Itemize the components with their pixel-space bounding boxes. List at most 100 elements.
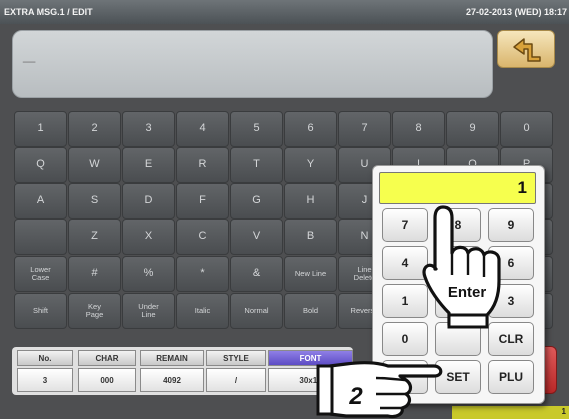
key-label: G	[252, 194, 261, 207]
key-w[interactable]: W	[68, 147, 121, 183]
key-label: Q	[36, 158, 45, 171]
numpad-key-plu[interactable]: PLU	[488, 360, 534, 394]
key-shift[interactable]: Shift	[14, 293, 67, 329]
key-y[interactable]: Y	[284, 147, 337, 183]
key-label: C	[198, 230, 207, 243]
key-label: 3	[145, 122, 152, 135]
key-label: &	[252, 267, 261, 280]
status-value-char: 000	[78, 368, 136, 392]
key-e[interactable]: E	[122, 147, 175, 183]
key-s[interactable]: S	[68, 183, 121, 219]
key-label: H	[306, 194, 315, 207]
key-h[interactable]: H	[284, 183, 337, 219]
screen-title: EXTRA MSG.1 / EDIT	[4, 7, 93, 17]
key-label: 8	[415, 122, 422, 135]
date-time: 27-02-2013 (WED) 18:17	[465, 7, 567, 17]
key-v[interactable]: V	[230, 219, 283, 255]
key-label: 9	[469, 122, 476, 135]
key-label: U	[360, 158, 369, 171]
counter-bar: 1	[452, 406, 569, 419]
key-label: Z	[91, 230, 98, 243]
key-label: V	[252, 230, 261, 243]
key-label: F	[199, 194, 206, 207]
key-hash[interactable]: #	[68, 256, 121, 292]
key-x[interactable]: X	[122, 219, 175, 255]
key-label: Under Line	[138, 302, 159, 319]
key-a[interactable]: A	[14, 183, 67, 219]
status-value-no: 3	[17, 368, 73, 392]
key-label: 5	[253, 122, 260, 135]
key-r[interactable]: R	[176, 147, 229, 183]
key-7[interactable]: 7	[338, 111, 391, 147]
text-cursor: _	[23, 40, 36, 65]
key-label: #	[91, 267, 98, 280]
key-label: Lower Case	[30, 265, 51, 282]
key-label: Shift	[32, 306, 48, 316]
key-label: Key Page	[85, 302, 104, 319]
key-blank[interactable]	[14, 219, 67, 255]
key-z[interactable]: Z	[68, 219, 121, 255]
key-6[interactable]: 6	[284, 111, 337, 147]
back-button[interactable]	[497, 30, 555, 68]
text-display[interactable]	[12, 30, 493, 98]
key-lower-case[interactable]: Lower Case	[14, 256, 67, 292]
key-label: J	[361, 194, 368, 207]
key-label: S	[90, 194, 99, 207]
key-label: New Line	[294, 269, 327, 279]
pointing-hand-icon: 2	[316, 361, 443, 419]
key-t[interactable]: T	[230, 147, 283, 183]
key-c[interactable]: C	[176, 219, 229, 255]
status-value-remain: 4092	[140, 368, 204, 392]
key-bold[interactable]: Bold	[284, 293, 337, 329]
numpad-display: 1	[379, 172, 536, 204]
status-header-remain: REMAIN	[140, 350, 204, 366]
key-percent[interactable]: %	[122, 256, 175, 292]
title-bar: EXTRA MSG.1 / EDIT 27-02-2013 (WED) 18:1…	[0, 0, 569, 24]
status-header-no: No.	[17, 350, 73, 366]
key-label: %	[143, 267, 154, 280]
key-label: Y	[306, 158, 315, 171]
return-arrow-icon	[513, 38, 541, 62]
key-2[interactable]: 2	[68, 111, 121, 147]
key-label: Bold	[302, 306, 318, 316]
key-1[interactable]: 1	[14, 111, 67, 147]
pointing-hand-icon: Enter	[422, 205, 501, 329]
key-label: Italic	[194, 306, 211, 316]
key-label: Normal	[244, 306, 269, 316]
key-b[interactable]: B	[284, 219, 337, 255]
status-header-style: STYLE	[206, 350, 266, 366]
key-5[interactable]: 5	[230, 111, 283, 147]
key-label: 7	[361, 122, 368, 135]
key-4[interactable]: 4	[176, 111, 229, 147]
key-ampersand[interactable]: &	[230, 256, 283, 292]
key-d[interactable]: D	[122, 183, 175, 219]
key-label: 6	[307, 122, 314, 135]
key-new-line[interactable]: New Line	[284, 256, 337, 292]
key-label: X	[144, 230, 153, 243]
key-label: W	[89, 158, 100, 171]
screen: EXTRA MSG.1 / EDIT 27-02-2013 (WED) 18:1…	[0, 0, 569, 419]
key-3[interactable]: 3	[122, 111, 175, 147]
key-normal[interactable]: Normal	[230, 293, 283, 329]
key-label: 4	[199, 122, 206, 135]
key-label: N	[360, 230, 369, 243]
key-0[interactable]: 0	[500, 111, 553, 147]
key-f[interactable]: F	[176, 183, 229, 219]
key-label: 0	[523, 122, 530, 135]
key-q[interactable]: Q	[14, 147, 67, 183]
key-label: D	[144, 194, 153, 207]
key-label: *	[200, 267, 205, 280]
key-g[interactable]: G	[230, 183, 283, 219]
key-label: E	[144, 158, 153, 171]
key-8[interactable]: 8	[392, 111, 445, 147]
key-9[interactable]: 9	[446, 111, 499, 147]
counter-value: 1	[561, 407, 566, 416]
status-value-style: /	[206, 368, 266, 392]
key-label: A	[36, 194, 45, 207]
key-italic[interactable]: Italic	[176, 293, 229, 329]
key-label: R	[198, 158, 207, 171]
key-key-page[interactable]: Key Page	[68, 293, 121, 329]
key-asterisk[interactable]: *	[176, 256, 229, 292]
key-under-line[interactable]: Under Line	[122, 293, 175, 329]
step-number: 2	[348, 383, 363, 410]
